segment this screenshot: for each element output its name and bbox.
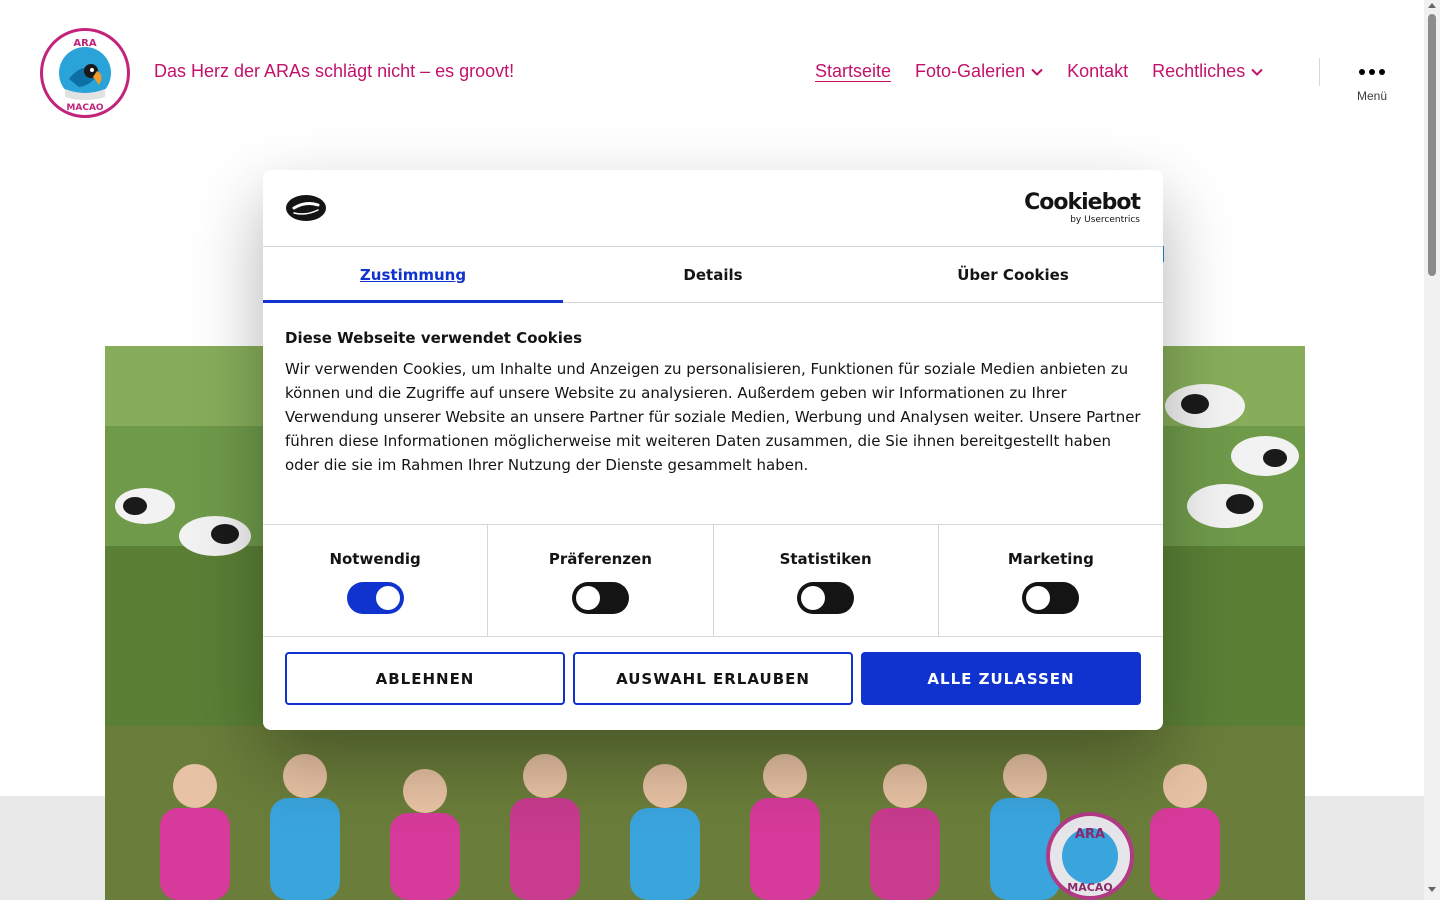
- toggle-statistiken: Statistiken: [714, 525, 939, 636]
- dialog-title: Diese Webseite verwendet Cookies: [285, 329, 583, 347]
- statistiken-switch[interactable]: [797, 582, 855, 614]
- primary-nav: Startseite Foto-Galerien Kontakt Rechtli…: [815, 61, 1263, 82]
- nav-label: Startseite: [815, 61, 892, 81]
- decline-button[interactable]: ABLEHNEN: [285, 652, 565, 705]
- nav-label: Rechtliches: [1152, 61, 1246, 81]
- logo-text-top: ARA: [73, 38, 96, 49]
- chevron-down-icon[interactable]: [1031, 66, 1043, 78]
- switch-knob: [801, 586, 826, 610]
- dialog-body: Diese Webseite verwendet Cookies Wir ver…: [263, 303, 1163, 525]
- toggle-label: Marketing: [1007, 550, 1094, 568]
- switch-knob: [375, 586, 400, 610]
- drum-text-bottom: MACAO: [1067, 881, 1112, 894]
- toggle-praeferenzen: Präferenzen: [488, 525, 714, 636]
- chevron-down-icon[interactable]: [1251, 66, 1263, 78]
- dialog-buttons: ABLEHNEN AUSWAHL ERLAUBEN ALLE ZULASSEN: [263, 637, 1163, 720]
- scroll-down-arrow-icon[interactable]: [1428, 887, 1436, 892]
- toggle-label: Statistiken: [779, 550, 872, 568]
- nav-item-kontakt[interactable]: Kontakt: [1067, 61, 1128, 82]
- notwendig-switch[interactable]: [346, 582, 404, 614]
- scrollbar-thumb[interactable]: [1428, 14, 1436, 276]
- page-scrollbar[interactable]: [1424, 0, 1440, 900]
- praeferenzen-switch[interactable]: [571, 582, 629, 614]
- menu-divider: [1319, 58, 1320, 86]
- cookiebot-logo[interactable]: Cookiebot by Usercentrics: [1024, 190, 1141, 226]
- toggle-notwendig: Notwendig: [263, 525, 489, 636]
- nav-label: Foto-Galerien: [915, 61, 1026, 81]
- allow-all-button[interactable]: ALLE ZULASSEN: [861, 652, 1141, 705]
- tab-details[interactable]: Details: [563, 247, 863, 302]
- site-tagline: Das Herz der ARAs schlägt nicht – es gro…: [154, 61, 515, 81]
- page: ARA MACAO ARA MACAO Das Herz der ARAs sc…: [0, 0, 1440, 900]
- switch-knob: [575, 586, 600, 610]
- toggle-marketing: Marketing: [939, 525, 1163, 636]
- dialog-text: Wir verwenden Cookies, um Inhalte und An…: [285, 360, 1141, 474]
- scroll-up-arrow-icon[interactable]: [1428, 3, 1436, 8]
- marketing-switch[interactable]: [1022, 582, 1080, 614]
- switch-knob: [1026, 586, 1051, 610]
- site-header: ARA MACAO Das Herz der ARAs schlägt nich…: [0, 0, 1424, 146]
- nav-item-startseite[interactable]: Startseite: [815, 61, 891, 82]
- nav-label: Kontakt: [1067, 61, 1129, 81]
- logo-text-bottom: MACAO: [66, 103, 103, 113]
- more-dots-icon: [1340, 69, 1404, 75]
- menu-button[interactable]: Menü: [1340, 58, 1404, 112]
- tab-ueber-cookies[interactable]: Über Cookies: [863, 247, 1163, 302]
- nav-item-rechtliches[interactable]: Rechtliches: [1152, 61, 1263, 82]
- cookiebot-byline: by Usercentrics: [1070, 215, 1140, 225]
- tab-zustimmung[interactable]: Zustimmung: [263, 247, 563, 303]
- consent-toggles: Notwendig Präferenzen Statistiken Market…: [263, 525, 1163, 637]
- allow-selection-button[interactable]: AUSWAHL ERLAUBEN: [573, 652, 853, 705]
- dialog-tabs: Zustimmung Details Über Cookies: [263, 247, 1163, 303]
- cookie-logo-icon: [286, 195, 326, 221]
- drum-text-top: ARA: [1075, 827, 1105, 842]
- cookiebot-wordmark: Cookiebot: [1024, 190, 1141, 215]
- nav-item-foto-galerien[interactable]: Foto-Galerien: [915, 61, 1043, 82]
- site-logo[interactable]: ARA MACAO: [40, 28, 130, 118]
- cookie-consent-dialog: Cookiebot by Usercentrics Zustimmung Det…: [263, 170, 1163, 730]
- dialog-header: Cookiebot by Usercentrics: [263, 170, 1163, 247]
- menu-label: Menü: [1356, 89, 1388, 103]
- macaw-logo-icon: ARA MACAO: [44, 32, 126, 114]
- toggle-label: Notwendig: [329, 550, 421, 568]
- toggle-label: Präferenzen: [548, 550, 652, 568]
